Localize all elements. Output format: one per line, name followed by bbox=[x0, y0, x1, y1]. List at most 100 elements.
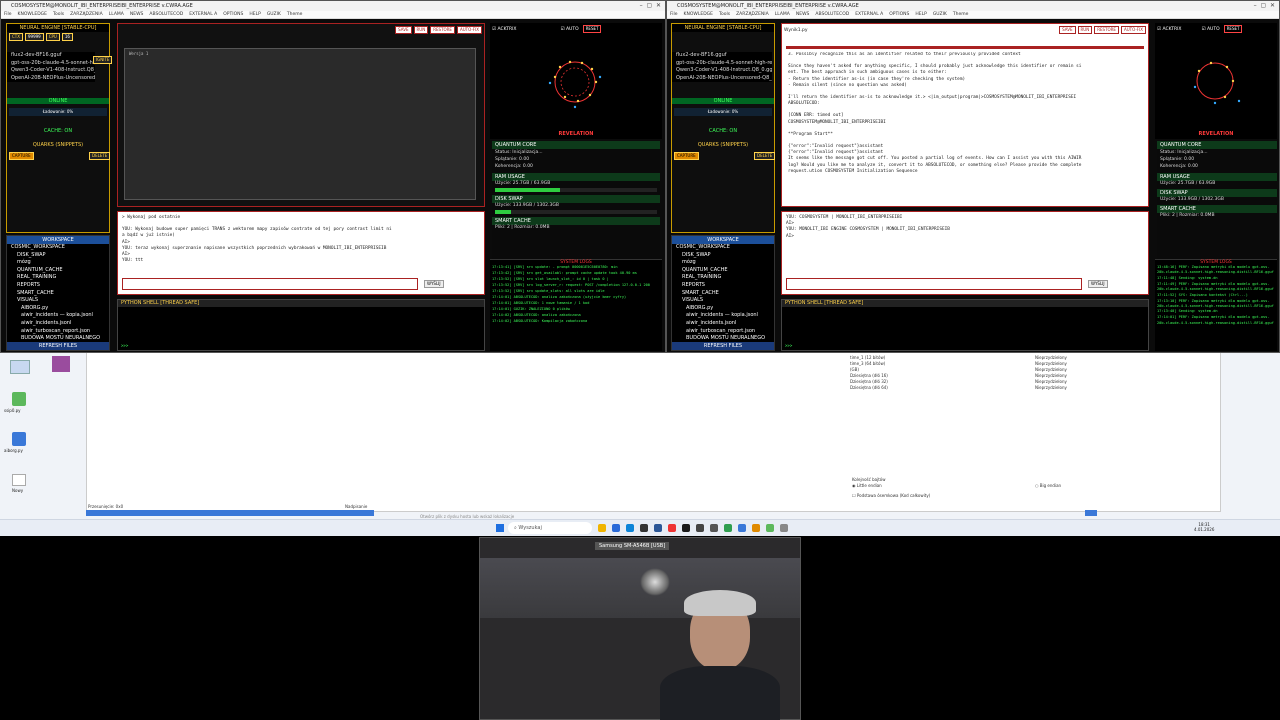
model-item[interactable]: Qwen3-Coder-V1-408-Instruct.Q8_0.gguf bbox=[11, 67, 95, 75]
model-item[interactable]: gpt-oss-20b-claude-4.5-sonnet-high-rea bbox=[676, 60, 772, 68]
start-icon[interactable] bbox=[496, 524, 504, 532]
editor-tab[interactable]: RUN bbox=[1077, 26, 1093, 34]
tree-item[interactable]: AIBORG.py bbox=[11, 305, 109, 313]
model-item[interactable]: OpenAI-20B-NEOPlus-Uncensored-Q8_0 bbox=[11, 75, 95, 83]
file-tree[interactable]: COSMIC_WORKSPACE DISK_SWAP mózg QUANTUM_CAC… bbox=[672, 244, 774, 343]
menu-item[interactable]: File bbox=[4, 12, 12, 17]
editor-filename[interactable]: Wynik1.py bbox=[784, 28, 1057, 33]
app-icon[interactable] bbox=[766, 524, 774, 532]
tree-item[interactable]: COSMIC_WORKSPACE bbox=[676, 244, 774, 252]
menu-item[interactable]: EXTERNAL A bbox=[855, 12, 883, 17]
menu-item[interactable]: NEWS bbox=[130, 12, 144, 17]
folder-icon[interactable] bbox=[598, 524, 606, 532]
computer-icon[interactable] bbox=[10, 360, 30, 374]
app-icon[interactable] bbox=[696, 524, 704, 532]
menu-item[interactable]: Tools bbox=[53, 12, 64, 17]
tree-item[interactable]: VISUALS bbox=[11, 297, 109, 305]
tree-item[interactable]: aiwir_incidents.jsonl bbox=[676, 320, 774, 328]
edge-icon[interactable] bbox=[626, 524, 634, 532]
delete-button[interactable]: DELETE bbox=[89, 152, 111, 160]
editor-tab[interactable]: SAVE bbox=[1059, 26, 1076, 34]
editor-tab[interactable]: AUTO-FIX bbox=[1120, 26, 1146, 34]
python-file-icon[interactable] bbox=[12, 392, 26, 406]
tree-item[interactable]: mózg bbox=[676, 259, 774, 267]
menu-item[interactable]: Theme bbox=[953, 12, 969, 17]
menu-item[interactable]: HELP bbox=[915, 12, 926, 17]
editor-tab[interactable]: RUN bbox=[413, 26, 429, 34]
editor-tab[interactable]: RESTORE bbox=[1094, 26, 1119, 34]
model-item[interactable]: OpenAI-20B-NEOPlus-Uncensored-Q8_0 bbox=[676, 75, 772, 83]
menu-item[interactable]: LLAMA bbox=[109, 12, 124, 17]
refresh-files-button[interactable]: REFRESH FILES bbox=[672, 342, 774, 350]
tree-item[interactable]: REAL_TRAINING bbox=[11, 274, 109, 282]
refresh-files-button[interactable]: REFRESH FILES bbox=[7, 342, 109, 350]
app-icon[interactable] bbox=[738, 524, 746, 532]
tree-item[interactable]: aiwir_turboscan_report.json bbox=[11, 328, 109, 336]
python-shell[interactable]: PYTHON SHELL [THREAD SAFE] >>> bbox=[117, 299, 485, 351]
editor-tab[interactable]: RESTORE bbox=[430, 26, 455, 34]
menu-item[interactable]: LLAMA bbox=[775, 12, 790, 17]
little-endian-radio[interactable]: ◉ Little endian bbox=[852, 483, 882, 488]
tree-item[interactable]: REPORTS bbox=[11, 282, 109, 290]
tree-item[interactable]: AIBORG.py bbox=[676, 305, 774, 313]
model-item[interactable]: gpt-oss-20b-claude-4.5-sonnet-high-rea bbox=[11, 60, 95, 68]
model-item[interactable]: flux2-dev-BF16.gguf bbox=[676, 52, 772, 60]
app-icon[interactable] bbox=[612, 524, 620, 532]
terminal-icon[interactable] bbox=[640, 524, 648, 532]
tree-item[interactable]: QUANTUM_CACHE bbox=[11, 267, 109, 275]
tree-item[interactable]: REAL_TRAINING bbox=[676, 274, 774, 282]
menu-item[interactable]: GUZIK bbox=[267, 12, 281, 17]
tree-item[interactable]: aiwir_turboscan_report.json bbox=[676, 328, 774, 336]
file-icon[interactable] bbox=[12, 474, 26, 486]
editor-tab[interactable]: SAVE bbox=[395, 26, 412, 34]
capture-button[interactable]: CAPTURE bbox=[9, 152, 34, 160]
menu-item[interactable]: ABSOLUTECOD bbox=[815, 12, 849, 17]
menu-item[interactable]: Tools bbox=[719, 12, 730, 17]
delete-button[interactable]: DELETE bbox=[754, 152, 776, 160]
model-list[interactable]: flux2-dev-BF16.gguf gpt-oss-20b-claude-4… bbox=[7, 52, 95, 83]
chrome-icon[interactable] bbox=[668, 524, 676, 532]
menu-item[interactable]: ZARZĄDZENIA bbox=[70, 12, 103, 17]
editor-tab[interactable]: AUTO-FIX bbox=[456, 26, 482, 34]
menu-item[interactable]: NEWS bbox=[796, 12, 810, 17]
python-shell[interactable]: PYTHON SHELL [THREAD SAFE] >>> bbox=[781, 299, 1149, 351]
acktrix-checkbox[interactable]: ☑ ACKTRIX bbox=[1157, 27, 1182, 32]
tree-item[interactable]: VISUALS bbox=[676, 297, 774, 305]
app-icon[interactable] bbox=[724, 524, 732, 532]
cpu-input[interactable]: 16 bbox=[61, 33, 73, 41]
menu-item[interactable]: HELP bbox=[249, 12, 260, 17]
window-controls[interactable]: – ▢ ✕ bbox=[640, 2, 661, 9]
search-input[interactable]: ⌕ Wyszukaj bbox=[508, 522, 592, 534]
code-editor[interactable]: 3. Possibly recognize this as an identif… bbox=[788, 52, 1144, 202]
menu-item[interactable]: OPTIONS bbox=[889, 12, 909, 17]
window-controls[interactable]: – ▢ ✕ bbox=[1254, 2, 1275, 9]
tree-item[interactable]: COSMIC_WORKSPACE bbox=[11, 244, 109, 252]
menu-item[interactable]: EXTERNAL A bbox=[189, 12, 217, 17]
octal-checkbox[interactable]: ☐ Podstawa ósemkowa (Kod całkowity) bbox=[852, 493, 930, 498]
file-tree[interactable]: COSMIC_WORKSPACE DISK_SWAP mózg QUANTUM_CAC… bbox=[7, 244, 109, 343]
app-icon[interactable] bbox=[682, 524, 690, 532]
menu-item[interactable]: OPTIONS bbox=[223, 12, 243, 17]
model-item[interactable]: Qwen3-Coder-V1-408-Instruct.Q8_0.gguf bbox=[676, 67, 772, 75]
python-file-icon[interactable] bbox=[12, 432, 26, 446]
tree-item[interactable]: aiwir_incidents — kopia.jsonl bbox=[676, 312, 774, 320]
inspector-row[interactable]: Dziesiętna (dłó 64) Nieprzydzielony bbox=[850, 385, 1215, 391]
reset-button[interactable]: RESET bbox=[1223, 25, 1243, 33]
app-icon[interactable] bbox=[752, 524, 760, 532]
model-item[interactable]: flux2-dev-BF16.gguf bbox=[11, 52, 95, 60]
app-icon[interactable] bbox=[710, 524, 718, 532]
ctx-input[interactable]: 99999 bbox=[24, 33, 44, 41]
chat-input[interactable] bbox=[786, 278, 1082, 290]
code-editor[interactable]: Wersja 1 bbox=[124, 48, 476, 200]
model-list[interactable]: flux2-dev-BF16.gguf gpt-oss-20b-claude-4… bbox=[672, 52, 772, 83]
app-icon[interactable] bbox=[52, 356, 70, 372]
menu-item[interactable]: KNOWLEDGE bbox=[684, 12, 713, 17]
reset-button[interactable]: RESET bbox=[582, 25, 602, 33]
big-endian-radio[interactable]: ○ Big endian bbox=[1035, 483, 1061, 488]
menu-item[interactable]: GUZIK bbox=[933, 12, 947, 17]
app-icon[interactable] bbox=[654, 524, 662, 532]
acktrix-checkbox[interactable]: ☑ ACKTRIX bbox=[492, 27, 517, 32]
menu-item[interactable]: Theme bbox=[287, 12, 303, 17]
capture-button[interactable]: CAPTURE bbox=[674, 152, 699, 160]
app-icon[interactable] bbox=[780, 524, 788, 532]
